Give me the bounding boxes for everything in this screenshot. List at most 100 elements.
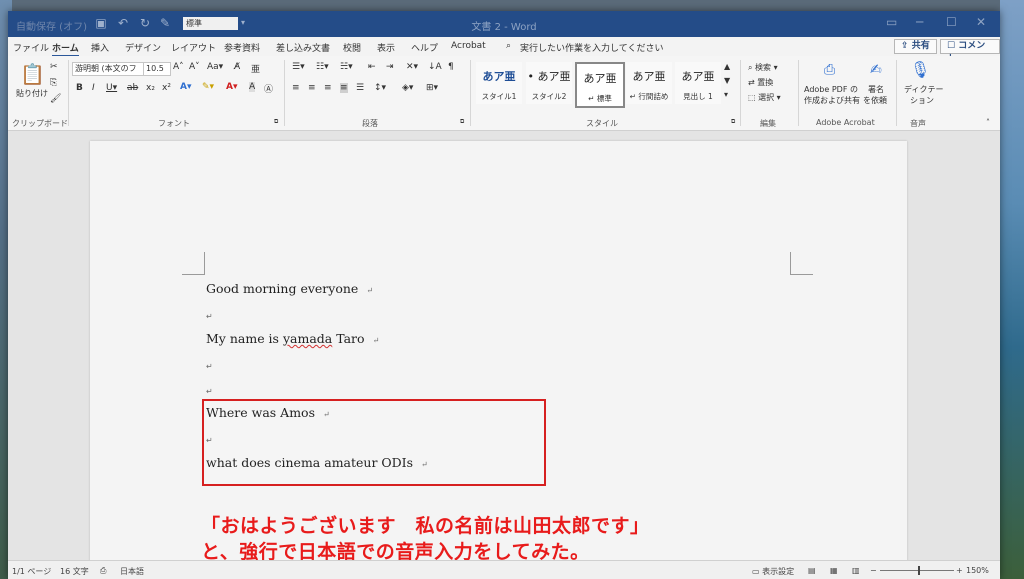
bold-icon[interactable]: B — [76, 83, 83, 93]
text-effects-icon[interactable]: A▾ — [180, 82, 191, 92]
dictate-button-line1[interactable]: ディクテー — [904, 84, 943, 95]
doc-line-3[interactable]: Where was Amos ↵ — [206, 405, 330, 420]
asian-layout-icon[interactable]: ✕▾ — [406, 62, 418, 72]
zoom-slider-thumb[interactable] — [918, 566, 920, 575]
tab-file[interactable]: ファイル — [13, 41, 49, 54]
request-signature-icon[interactable]: ✍ — [870, 62, 882, 78]
shading-icon[interactable]: ◈▾ — [402, 83, 413, 93]
subscript-icon[interactable]: x₂ — [146, 83, 155, 93]
paragraph-dialog-launcher-icon[interactable]: ⧉ — [460, 118, 464, 126]
align-center-icon[interactable]: ≡ — [308, 83, 316, 93]
tell-me-input[interactable]: 実行したい作業を入力してください — [520, 41, 663, 54]
paste-icon[interactable]: 📋 — [20, 62, 45, 86]
comment-button[interactable]: ☐ コメント — [940, 39, 1000, 64]
bullets-icon[interactable]: ☰▾ — [292, 62, 305, 72]
share-button[interactable]: ⇪ 共有 — [894, 39, 937, 54]
distributed-icon[interactable]: ☰ — [356, 83, 364, 93]
select-button[interactable]: ⬚ 選択 ▾ — [748, 92, 781, 103]
zoom-level[interactable]: 150% — [966, 566, 989, 575]
style-normal[interactable]: あア亜 ↵ 標準 — [575, 62, 625, 108]
tab-mailings[interactable]: 差し込み文書 — [276, 41, 330, 54]
enclose-char-icon[interactable]: Ⓐ — [264, 82, 273, 95]
styles-dialog-launcher-icon[interactable]: ⧉ — [731, 118, 735, 126]
maximize-icon[interactable]: ☐ — [946, 15, 957, 29]
paste-button[interactable]: 貼り付け — [16, 88, 48, 99]
change-case-icon[interactable]: Aa▾ — [207, 62, 223, 72]
italic-icon[interactable]: I — [92, 83, 95, 93]
font-size-select[interactable]: 10.5 — [143, 62, 171, 76]
phonetic-guide-icon[interactable]: 亜 — [251, 62, 260, 75]
cut-icon[interactable]: ✂ — [50, 62, 58, 72]
zoom-slider-track[interactable] — [880, 570, 954, 571]
char-shading-icon[interactable]: A — [249, 82, 256, 92]
tab-design[interactable]: デザイン — [125, 41, 161, 54]
multilevel-list-icon[interactable]: ☵▾ — [340, 62, 353, 72]
close-icon[interactable]: ✕ — [976, 15, 986, 29]
request-signature-line1[interactable]: 署名 — [868, 84, 884, 95]
proofing-icon[interactable]: ⎙ — [100, 566, 106, 576]
align-left-icon[interactable]: ≡ — [292, 83, 300, 93]
tab-acrobat[interactable]: Acrobat — [451, 41, 486, 51]
minimize-icon[interactable]: ─ — [916, 15, 923, 29]
highlight-icon[interactable]: ✎▾ — [202, 82, 214, 92]
styles-scroll-down-icon[interactable]: ▼ — [724, 76, 730, 85]
show-marks-icon[interactable]: ¶ — [448, 62, 454, 72]
language-indicator[interactable]: 日本語 — [120, 566, 144, 577]
clear-formatting-icon[interactable]: A̸ — [234, 62, 240, 72]
tab-review[interactable]: 校閲 — [343, 41, 361, 54]
tab-home[interactable]: ホーム — [52, 41, 79, 57]
underline-icon[interactable]: U▾ — [106, 83, 117, 93]
read-mode-icon[interactable]: ▤ — [808, 566, 816, 575]
increase-indent-icon[interactable]: ⇥ — [386, 62, 394, 72]
font-color-icon[interactable]: A▾ — [226, 82, 237, 92]
styles-scroll-up-icon[interactable]: ▲ — [724, 62, 730, 71]
find-button[interactable]: ⌕ 検索 ▾ — [748, 62, 778, 73]
styles-more-icon[interactable]: ▾ — [724, 90, 728, 99]
create-pdf-button-line2[interactable]: 作成および共有 — [804, 95, 860, 106]
create-pdf-button-line1[interactable]: Adobe PDF の — [804, 84, 858, 95]
doc-line-2-name: Taro — [336, 331, 365, 346]
style-heading-1[interactable]: あア亜 見出し 1 — [675, 62, 721, 104]
numbering-icon[interactable]: ☷▾ — [316, 62, 329, 72]
word-count[interactable]: 16 文字 — [60, 566, 89, 577]
grow-font-icon[interactable]: A˄ — [173, 62, 184, 72]
doc-line-4[interactable]: what does cinema amateur ODIs ↵ — [206, 455, 428, 470]
ribbon-options-icon[interactable]: ▭ — [886, 15, 897, 29]
print-layout-icon[interactable]: ▦ — [830, 566, 838, 575]
style-1[interactable]: あア亜 スタイル1 — [476, 62, 522, 104]
tab-view[interactable]: 表示 — [377, 41, 395, 54]
dictate-button-line2[interactable]: ション — [910, 95, 934, 106]
justify-icon[interactable]: ≡ — [340, 83, 348, 93]
format-painter-icon[interactable]: 🖌 — [50, 94, 61, 104]
doc-line-2[interactable]: My name is yamada Taro ↵ — [206, 331, 379, 346]
zoom-in-icon[interactable]: + — [956, 566, 963, 575]
decrease-indent-icon[interactable]: ⇤ — [368, 62, 376, 72]
zoom-out-icon[interactable]: − — [870, 566, 877, 575]
replace-button[interactable]: ⇄ 置換 — [748, 77, 773, 88]
web-layout-icon[interactable]: ▥ — [852, 566, 860, 575]
tab-references[interactable]: 参考資料 — [224, 41, 260, 54]
line-spacing-icon[interactable]: ↕▾ — [374, 83, 386, 93]
tab-layout[interactable]: レイアウト — [171, 41, 216, 54]
strikethrough-icon[interactable]: ab — [127, 83, 138, 93]
superscript-icon[interactable]: x² — [162, 83, 171, 93]
page-count[interactable]: 1/1 ページ — [12, 566, 51, 577]
style-2[interactable]: • あア亜 スタイル2 — [526, 62, 572, 104]
style-no-spacing[interactable]: あア亜 ↵ 行間詰め — [626, 62, 672, 104]
request-signature-line2[interactable]: を依頼 — [863, 95, 887, 106]
borders-icon[interactable]: ⊞▾ — [426, 83, 438, 93]
tab-insert[interactable]: 挿入 — [91, 41, 109, 54]
doc-line-1[interactable]: Good morning everyone ↵ — [206, 281, 373, 296]
shrink-font-icon[interactable]: A˅ — [189, 62, 200, 72]
font-name-select[interactable]: 游明朝 (本文のフ — [72, 62, 144, 76]
microphone-icon[interactable]: 🎙 — [910, 60, 930, 79]
font-dialog-launcher-icon[interactable]: ⧉ — [274, 118, 278, 126]
display-settings-button[interactable]: ▭ 表示設定 — [752, 566, 794, 577]
create-pdf-icon[interactable]: ⎙ — [824, 62, 835, 78]
copy-icon[interactable]: ⎘ — [50, 78, 57, 88]
tab-help[interactable]: ヘルプ — [411, 41, 438, 54]
spelling-error-word[interactable]: yamada — [283, 331, 332, 346]
collapse-ribbon-icon[interactable]: ˄ — [986, 118, 990, 127]
sort-icon[interactable]: ↓A — [428, 62, 442, 72]
align-right-icon[interactable]: ≡ — [324, 83, 332, 93]
